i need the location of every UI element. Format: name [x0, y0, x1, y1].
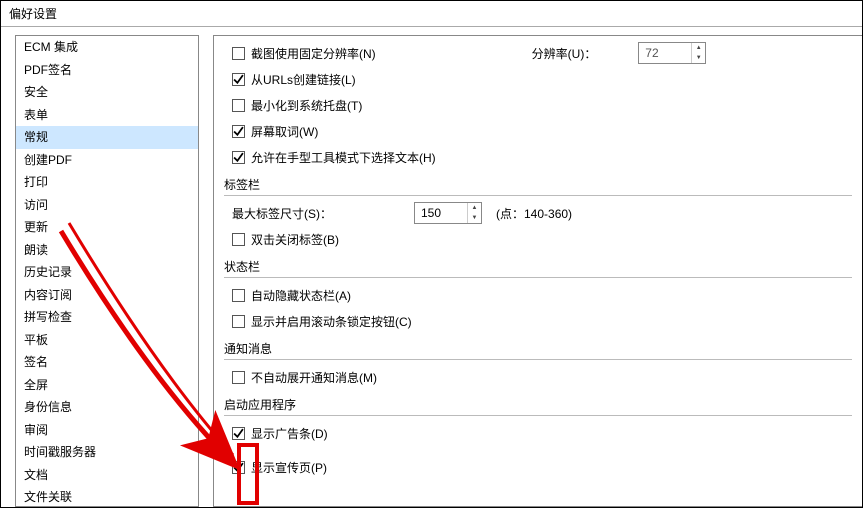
divider — [224, 359, 852, 360]
sidebar-item[interactable]: 创建PDF — [16, 149, 198, 172]
sidebar-item[interactable]: 常规 — [16, 126, 198, 149]
checkbox-fixed-resolution[interactable] — [232, 47, 245, 60]
sidebar-item[interactable]: 打印 — [16, 171, 198, 194]
row-max-tab-size: 最大标签尺寸(S)： ▲ ▼ (点：140-360) — [232, 200, 852, 226]
sidebar-item[interactable]: 文件关联 — [16, 486, 198, 507]
spinner-up-icon[interactable]: ▲ — [468, 203, 481, 213]
checkbox-min-tray[interactable] — [232, 99, 245, 112]
checkbox-dblclick-close[interactable] — [232, 233, 245, 246]
label-tab-size-hint: (点：140-360) — [496, 205, 572, 222]
row-screen-word: 屏幕取词(W) — [232, 118, 852, 144]
spinner-down-icon[interactable]: ▼ — [468, 213, 481, 223]
sidebar-item[interactable]: 平板 — [16, 329, 198, 352]
sidebar: ECM 集成PDF签名安全表单常规创建PDF打印访问更新朗读历史记录内容订阅拼写… — [15, 35, 199, 507]
sidebar-item[interactable]: 安全 — [16, 81, 198, 104]
row-no-auto-expand: 不自动展开通知消息(M) — [232, 364, 852, 390]
spinner-arrows: ▲ ▼ — [691, 43, 705, 63]
divider — [224, 277, 852, 278]
section-notify-title: 通知消息 — [224, 340, 852, 357]
spinner-arrows: ▲ ▼ — [467, 203, 481, 223]
row-fixed-res: 截图使用固定分辨率(N) 分辨率(U)： ▲ ▼ — [232, 40, 852, 66]
checkbox-show-promo[interactable] — [232, 461, 245, 474]
label-min-tray: 最小化到系统托盘(T) — [251, 97, 362, 114]
sidebar-item[interactable]: 表单 — [16, 104, 198, 127]
checkbox-from-urls[interactable] — [232, 73, 245, 86]
sidebar-item[interactable]: 身份信息 — [16, 396, 198, 419]
resolution-spinner[interactable]: ▲ ▼ — [638, 42, 706, 64]
max-tab-size-spinner[interactable]: ▲ ▼ — [414, 202, 482, 224]
label-dblclick-close: 双击关闭标签(B) — [251, 231, 339, 248]
section-startup-title: 启动应用程序 — [224, 396, 852, 413]
checkbox-auto-hide[interactable] — [232, 289, 245, 302]
section-statusbar-title: 状态栏 — [224, 258, 852, 275]
label-fixed-resolution: 截图使用固定分辨率(N) — [251, 45, 376, 62]
sidebar-item[interactable]: ECM 集成 — [16, 36, 198, 59]
row-scroll-lock: 显示并启用滚动条锁定按钮(C) — [232, 308, 852, 334]
sidebar-item[interactable]: PDF签名 — [16, 59, 198, 82]
row-show-ad: 显示广告条(D) — [232, 420, 852, 446]
sidebar-item[interactable]: 全屏 — [16, 374, 198, 397]
checkbox-scroll-lock[interactable] — [232, 315, 245, 328]
label-scroll-lock: 显示并启用滚动条锁定按钮(C) — [251, 313, 412, 330]
window-title: 偏好设置 — [1, 1, 862, 27]
checkbox-screen-word[interactable] — [232, 125, 245, 138]
row-auto-hide: 自动隐藏状态栏(A) — [232, 282, 852, 308]
label-resolution: 分辨率(U)： — [532, 45, 597, 62]
section-tabbar-title: 标签栏 — [224, 176, 852, 193]
sidebar-item[interactable]: 审阅 — [16, 419, 198, 442]
row-from-urls: 从URLs创建链接(L) — [232, 66, 852, 92]
max-tab-size-input[interactable] — [415, 203, 467, 223]
sidebar-item[interactable]: 访问 — [16, 194, 198, 217]
label-hand-tool: 允许在手型工具模式下选择文本(H) — [251, 149, 436, 166]
resolution-input[interactable] — [639, 43, 691, 63]
row-hand-tool: 允许在手型工具模式下选择文本(H) — [232, 144, 852, 170]
sidebar-item[interactable]: 更新 — [16, 216, 198, 239]
spinner-up-icon[interactable]: ▲ — [692, 43, 705, 53]
spinner-down-icon[interactable]: ▼ — [692, 53, 705, 63]
sidebar-item[interactable]: 历史记录 — [16, 261, 198, 284]
preferences-window: 偏好设置 ECM 集成PDF签名安全表单常规创建PDF打印访问更新朗读历史记录内… — [0, 0, 863, 508]
checkbox-hand-tool[interactable] — [232, 151, 245, 164]
checkbox-show-ad[interactable] — [232, 427, 245, 440]
label-from-urls: 从URLs创建链接(L) — [251, 71, 356, 88]
sidebar-item[interactable]: 内容订阅 — [16, 284, 198, 307]
main-panel: 截图使用固定分辨率(N) 分辨率(U)： ▲ ▼ 从URLs创建链接(L) — [213, 35, 862, 507]
row-show-promo: 显示宣传页(P) — [232, 454, 852, 480]
divider — [224, 415, 852, 416]
sidebar-item[interactable]: 拼写检查 — [16, 306, 198, 329]
sidebar-item[interactable]: 文档 — [16, 464, 198, 487]
divider — [224, 195, 852, 196]
label-screen-word: 屏幕取词(W) — [251, 123, 318, 140]
label-show-ad: 显示广告条(D) — [251, 425, 328, 442]
window-body: ECM 集成PDF签名安全表单常规创建PDF打印访问更新朗读历史记录内容订阅拼写… — [1, 27, 862, 507]
label-show-promo: 显示宣传页(P) — [251, 459, 327, 476]
sidebar-item[interactable]: 朗读 — [16, 239, 198, 262]
label-max-tab-size: 最大标签尺寸(S)： — [232, 205, 332, 222]
label-no-auto-expand: 不自动展开通知消息(M) — [251, 369, 377, 386]
sidebar-item[interactable]: 签名 — [16, 351, 198, 374]
row-min-tray: 最小化到系统托盘(T) — [232, 92, 852, 118]
checkbox-no-auto-expand[interactable] — [232, 371, 245, 384]
label-auto-hide: 自动隐藏状态栏(A) — [251, 287, 351, 304]
sidebar-item[interactable]: 时间戳服务器 — [16, 441, 198, 464]
row-dblclick-close: 双击关闭标签(B) — [232, 226, 852, 252]
